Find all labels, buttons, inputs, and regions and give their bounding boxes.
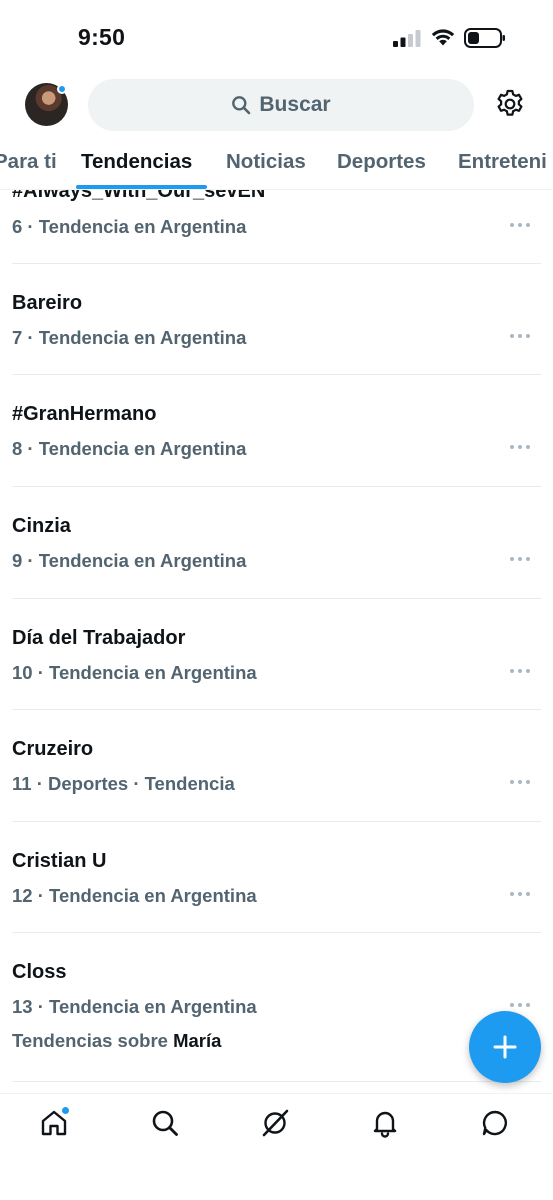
trend-context: Tendencias sobre María	[12, 1030, 221, 1052]
nav-notifications[interactable]	[370, 1108, 404, 1142]
active-tab-indicator	[76, 185, 207, 189]
trend-context-name: María	[173, 1030, 222, 1051]
search-placeholder: Buscar	[259, 93, 331, 116]
trend-meta: 7 · Tendencia en Argentina	[12, 327, 247, 348]
gear-icon[interactable]	[494, 88, 526, 120]
top-header: Buscar	[0, 76, 553, 136]
bell-icon	[373, 1111, 397, 1138]
battery-icon	[464, 28, 505, 48]
trend-item[interactable]: #Always_With_Our_sevEN 6 · Tendencia en …	[0, 190, 553, 264]
tab-noticias[interactable]: Noticias	[226, 150, 306, 174]
more-options-icon[interactable]	[508, 220, 532, 230]
trend-name: Bareiro	[12, 292, 83, 314]
divider	[12, 1081, 541, 1082]
tab-para-ti[interactable]: Para ti	[0, 150, 57, 174]
trend-item[interactable]: Closs 13 · Tendencia en Argentina Tenden…	[0, 933, 553, 1082]
trend-meta: 11 · Deportes · Tendencia	[12, 773, 235, 794]
nav-messages[interactable]	[480, 1108, 514, 1142]
nav-search[interactable]	[150, 1108, 184, 1142]
signal-icon	[393, 30, 421, 47]
more-options-icon[interactable]	[508, 777, 532, 787]
trend-name: Cristian U	[12, 850, 107, 872]
trend-item[interactable]: Cruzeiro 11 · Deportes · Tendencia	[0, 710, 553, 822]
search-bar[interactable]: Buscar	[88, 79, 474, 131]
status-bar: 9:50	[0, 0, 553, 76]
search-icon	[152, 1110, 178, 1136]
trend-meta: 10 · Tendencia en Argentina	[12, 662, 257, 683]
trend-name: Cruzeiro	[12, 738, 94, 760]
trend-item[interactable]: #GranHermano 8 · Tendencia en Argentina	[0, 375, 553, 487]
trend-name: Cinzia	[12, 515, 71, 537]
trend-item[interactable]: Cristian U 12 · Tendencia en Argentina	[0, 822, 553, 933]
trend-item[interactable]: Cinzia 9 · Tendencia en Argentina	[0, 487, 553, 599]
messages-icon	[482, 1110, 507, 1136]
more-options-icon[interactable]	[508, 889, 532, 899]
trend-name: #Always_With_Our_sevEN	[12, 190, 266, 202]
bottom-nav	[0, 1093, 553, 1200]
notification-dot	[57, 84, 67, 94]
trend-meta: 6 · Tendencia en Argentina	[12, 216, 247, 237]
trend-meta: 12 · Tendencia en Argentina	[12, 885, 257, 906]
tab-deportes[interactable]: Deportes	[337, 150, 426, 174]
trend-context-prefix: Tendencias sobre	[12, 1030, 168, 1051]
compose-button[interactable]	[469, 1011, 541, 1083]
plus-icon	[493, 1035, 517, 1059]
more-options-icon[interactable]	[508, 442, 532, 452]
nav-grok[interactable]	[260, 1108, 294, 1142]
trend-meta: 8 · Tendencia en Argentina	[12, 438, 247, 459]
trend-list: #Always_With_Our_sevEN 6 · Tendencia en …	[0, 190, 553, 1093]
trend-name: #GranHermano	[12, 403, 157, 425]
wifi-icon	[431, 29, 455, 46]
trend-item[interactable]: Día del Trabajador 10 · Tendencia en Arg…	[0, 599, 553, 710]
trend-name: Closs	[12, 961, 67, 983]
status-time: 9:50	[78, 24, 126, 50]
more-options-icon[interactable]	[508, 666, 532, 676]
grok-icon	[262, 1109, 289, 1137]
search-icon	[232, 96, 251, 115]
trend-meta: 9 · Tendencia en Argentina	[12, 550, 247, 571]
trend-meta: 13 · Tendencia en Argentina	[12, 996, 257, 1017]
explore-tabs: Para ti Tendencias Noticias Deportes Ent…	[0, 136, 553, 190]
tab-tendencias[interactable]: Tendencias	[81, 150, 192, 174]
more-options-icon[interactable]	[508, 1000, 532, 1010]
trend-name: Día del Trabajador	[12, 627, 186, 649]
home-badge	[61, 1106, 70, 1115]
more-options-icon[interactable]	[508, 554, 532, 564]
trend-item[interactable]: Bareiro 7 · Tendencia en Argentina	[0, 264, 553, 375]
tab-entretenimiento[interactable]: Entreteni	[458, 150, 547, 174]
more-options-icon[interactable]	[508, 331, 532, 341]
